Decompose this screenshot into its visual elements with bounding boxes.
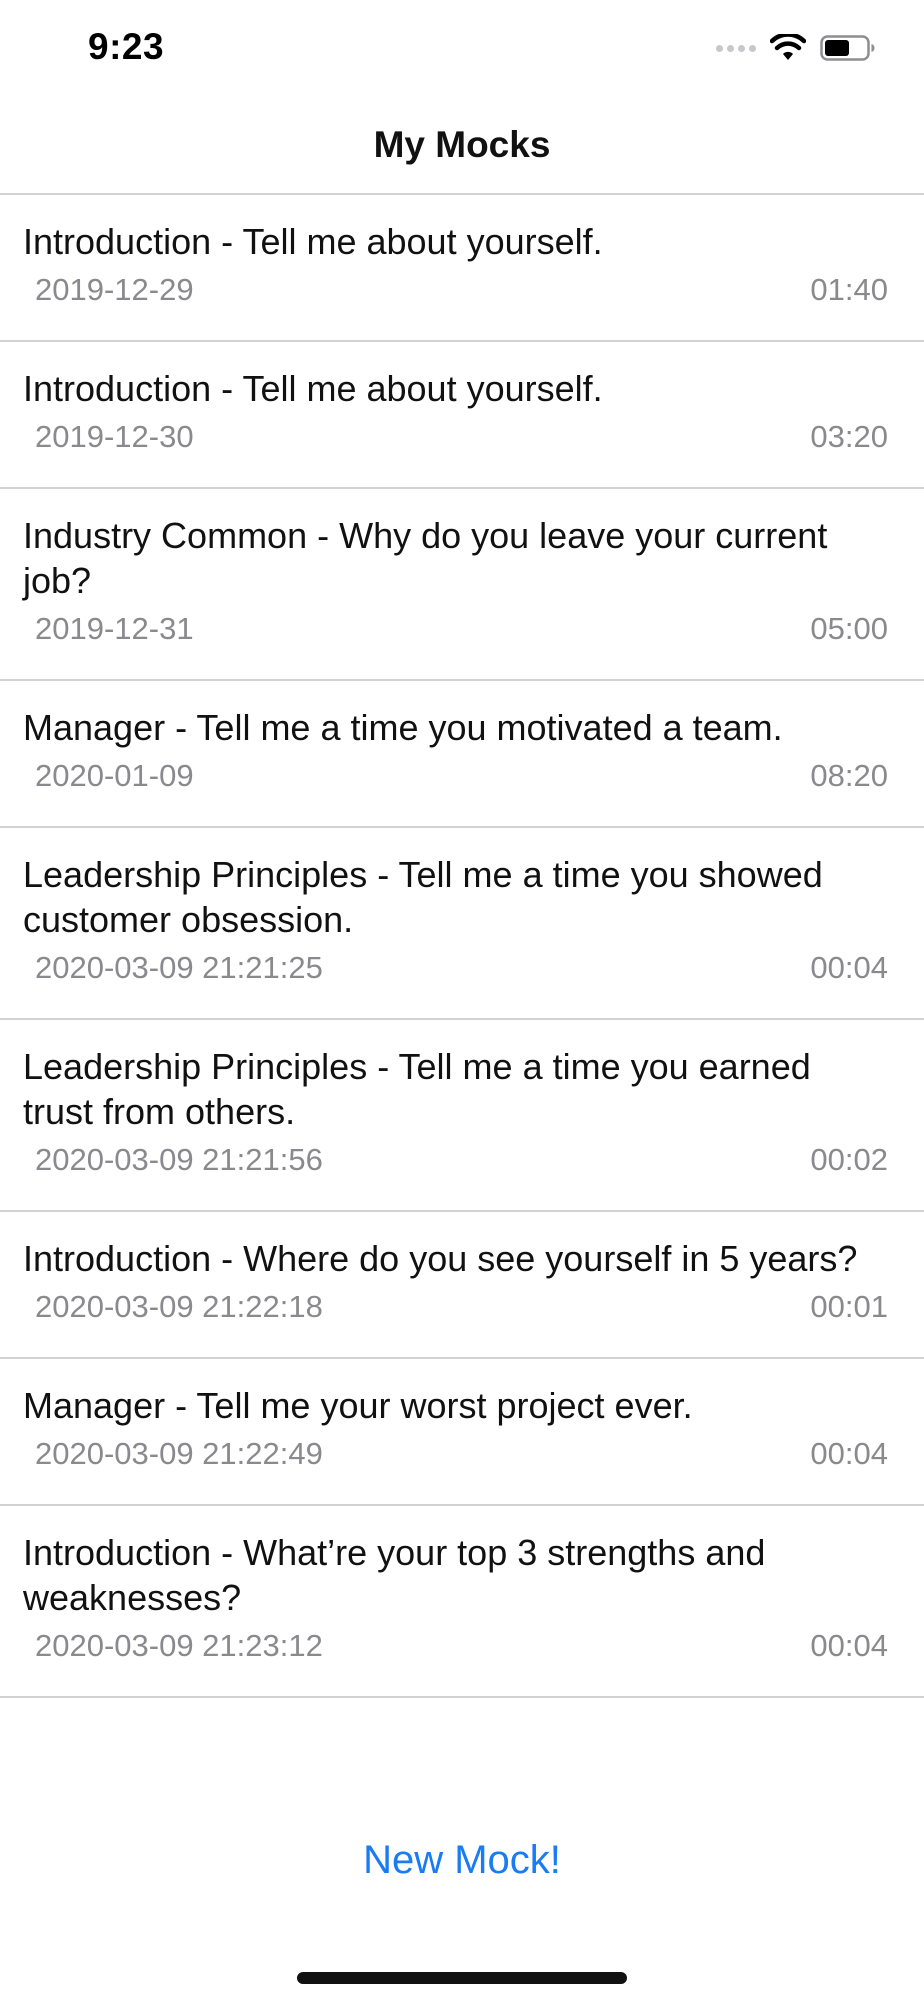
status-bar: 9:23	[0, 0, 924, 100]
mock-meta: 2020-03-09 21:21:56 00:02	[23, 1140, 888, 1180]
mock-duration: 00:04	[810, 1628, 888, 1663]
mock-title: Manager - Tell me your worst project eve…	[23, 1385, 693, 1426]
mock-duration: 01:40	[810, 272, 888, 307]
mock-title: Industry Common - Why do you leave your …	[23, 515, 828, 601]
mock-row[interactable]: Introduction - Where do you see yourself…	[0, 1212, 924, 1359]
mock-title: Introduction - What’re your top 3 streng…	[23, 1532, 766, 1618]
mock-date: 2019-12-31	[35, 611, 194, 646]
mock-date: 2020-03-09 21:22:18	[35, 1289, 323, 1324]
page-title: My Mocks	[373, 124, 551, 165]
wifi-icon	[770, 34, 806, 60]
mock-row[interactable]: Manager - Tell me a time you motivated a…	[0, 681, 924, 828]
mock-date: 2020-03-09 21:22:49	[35, 1436, 323, 1471]
new-mock-button[interactable]: New Mock!	[0, 1838, 924, 1883]
mock-row[interactable]: Leadership Principles - Tell me a time y…	[0, 828, 924, 1020]
mock-meta: 2020-03-09 21:22:49 00:04	[23, 1434, 888, 1474]
mock-meta: 2020-03-09 21:21:25 00:04	[23, 948, 888, 988]
mock-meta: 2019-12-31 05:00	[23, 609, 888, 649]
mock-date: 2020-03-09 21:21:56	[35, 1142, 323, 1177]
mock-row[interactable]: Industry Common - Why do you leave your …	[0, 489, 924, 681]
navigation-bar: My Mocks	[0, 100, 924, 195]
mock-row[interactable]: Manager - Tell me your worst project eve…	[0, 1359, 924, 1506]
mock-duration: 03:20	[810, 419, 888, 454]
mock-meta: 2019-12-29 01:40	[23, 270, 888, 310]
mock-duration: 00:04	[810, 950, 888, 985]
cellular-signal-icon	[716, 44, 756, 52]
status-time: 9:23	[88, 26, 165, 67]
mock-title: Leadership Principles - Tell me a time y…	[23, 1046, 811, 1132]
battery-icon	[820, 35, 875, 61]
mock-row[interactable]: Introduction - Tell me about yourself. 20…	[0, 342, 924, 489]
mock-meta: 2020-03-09 21:22:18 00:01	[23, 1287, 888, 1327]
status-icons	[716, 34, 876, 62]
mock-date: 2019-12-30	[35, 419, 194, 454]
mock-duration: 00:02	[810, 1142, 888, 1177]
mock-date: 2020-03-09 21:23:12	[35, 1628, 323, 1663]
mock-row[interactable]: Introduction - Tell me about yourself. 20…	[0, 195, 924, 342]
mock-duration: 05:00	[810, 611, 888, 646]
mock-meta: 2019-12-30 03:20	[23, 417, 888, 457]
mock-list: Introduction - Tell me about yourself. 20…	[0, 195, 924, 1698]
mock-title: Introduction - Where do you see yourself…	[23, 1238, 858, 1279]
mock-row[interactable]: Leadership Principles - Tell me a time y…	[0, 1020, 924, 1212]
mock-date: 2019-12-29	[35, 272, 194, 307]
mock-row[interactable]: Introduction - What’re your top 3 streng…	[0, 1506, 924, 1698]
mock-title: Introduction - Tell me about yourself.	[23, 368, 603, 409]
mock-title: Leadership Principles - Tell me a time y…	[23, 854, 823, 940]
mock-title: Introduction - Tell me about yourself.	[23, 221, 603, 262]
mock-duration: 00:04	[810, 1436, 888, 1471]
mock-duration: 00:01	[810, 1289, 888, 1324]
mock-meta: 2020-03-09 21:23:12 00:04	[23, 1626, 888, 1666]
mock-date: 2020-01-09	[35, 758, 194, 793]
mock-title: Manager - Tell me a time you motivated a…	[23, 707, 783, 748]
mock-meta: 2020-01-09 08:20	[23, 756, 888, 796]
home-indicator	[297, 1972, 627, 1984]
mock-date: 2020-03-09 21:21:25	[35, 950, 323, 985]
mock-duration: 08:20	[810, 758, 888, 793]
